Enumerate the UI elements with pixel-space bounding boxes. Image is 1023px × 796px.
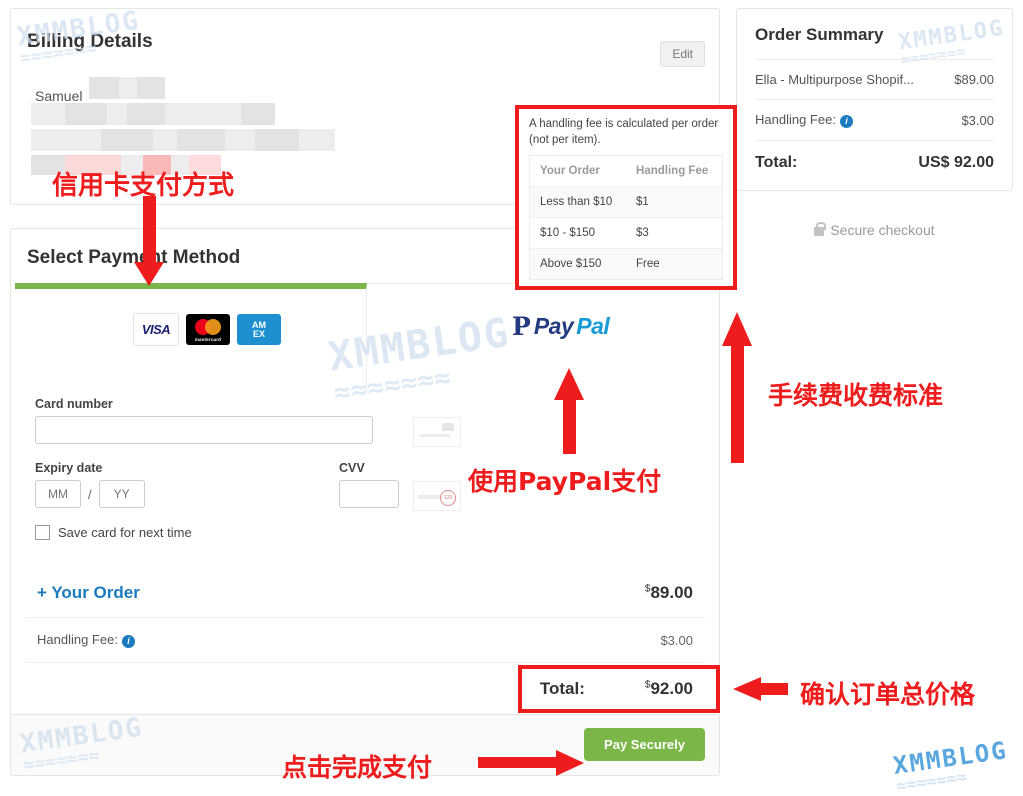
handling-fee-description: A handling fee is calculated per order (… — [529, 118, 719, 146]
cvv-label: CVV — [339, 461, 365, 475]
secure-checkout-label: Secure checkout — [830, 222, 935, 238]
order-summary-panel: Order Summary Ella - Multipurpose Shopif… — [736, 8, 1013, 191]
order-summary-title: Order Summary — [755, 25, 884, 44]
payment-method-tabs: VISA mastercard AM EX P Pay Pal — [15, 283, 715, 393]
annotation-box-total — [518, 665, 720, 713]
your-order-row[interactable]: + Your Order $89.00 — [25, 569, 705, 617]
your-order-toggle[interactable]: + Your Order — [37, 583, 140, 603]
mastercard-logo: mastercard — [186, 314, 230, 345]
info-icon[interactable]: i — [121, 635, 135, 648]
handling-fee-row: Handling Fee: i $3.00 — [25, 617, 705, 662]
card-number-input[interactable] — [35, 416, 373, 444]
annotation-paypal: 使用PayPal支付 — [468, 467, 662, 496]
save-card-row[interactable]: Save card for next time — [35, 525, 192, 540]
secure-checkout-note: Secure checkout — [736, 222, 1013, 238]
summary-total-amount: US$ 92.00 — [918, 154, 994, 171]
annotation-arrow-credit-card — [143, 196, 156, 268]
annotation-arrow-head-paypal — [554, 368, 584, 400]
summary-handling-label: Handling Fee: — [755, 112, 836, 127]
summary-handling-amount: $3.00 — [961, 112, 994, 128]
cvv-back-hint-icon: 123 — [413, 481, 461, 511]
edit-billing-button[interactable]: Edit — [660, 41, 705, 67]
pay-securely-button[interactable]: Pay Securely — [584, 728, 705, 761]
watermark-bottom-left: XMMBLOG ≈≈≈≈≈≈≈ — [18, 712, 145, 777]
table-row: Above $150 Free — [529, 248, 723, 280]
paypal-text-pay: Pay — [533, 313, 574, 339]
info-icon[interactable]: i — [839, 115, 853, 128]
annotation-handling-fee: 手续费收费标准 — [768, 381, 944, 410]
visa-logo: VISA — [133, 313, 179, 346]
fee-range: Above $150 — [529, 248, 627, 280]
table-row: Less than $10 $1 — [529, 186, 723, 218]
fee-value: $1 — [626, 186, 723, 218]
lock-icon — [814, 222, 827, 236]
expiry-month-input[interactable] — [35, 480, 81, 508]
annotation-arrow-head-confirm-total — [733, 677, 761, 701]
tab-paypal[interactable]: P Pay Pal — [367, 283, 715, 391]
amex-line-2: EX — [252, 328, 265, 339]
watermark-bottom-right: XMMBLOG ≈≈≈≈≈≈≈ — [891, 736, 1010, 796]
annotation-arrow-head-handling-fee — [722, 312, 752, 346]
save-card-label: Save card for next time — [58, 525, 192, 540]
expiry-separator: / — [88, 486, 92, 502]
annotation-arrow-click-pay — [478, 757, 562, 768]
annotation-confirm-total: 确认订单总价格 — [800, 680, 976, 709]
summary-handling-row: Handling Fee: i $3.00 — [755, 99, 994, 140]
save-card-checkbox[interactable] — [35, 525, 50, 540]
fee-value: Free — [626, 248, 723, 280]
summary-item-row: Ella - Multipurpose Shopif... $89.00 — [755, 59, 994, 99]
your-order-amount: $89.00 — [645, 583, 693, 603]
summary-total-row: Total: US$ 92.00 — [755, 140, 994, 176]
expiry-year-input[interactable] — [98, 480, 145, 508]
cvv-input[interactable] — [339, 480, 399, 508]
handling-fee-label-group: Handling Fee: i — [37, 632, 135, 648]
billing-customer-name: Samuel — [35, 88, 83, 104]
handling-fee-amount: $3.00 — [660, 632, 693, 648]
annotation-arrow-head-credit-card — [134, 262, 164, 286]
annotation-arrow-confirm-total — [760, 683, 788, 695]
annotation-arrow-head-click-pay — [556, 750, 584, 776]
paypal-text-pal: Pal — [576, 313, 610, 339]
handling-fee-label: Handling Fee: — [37, 632, 118, 647]
summary-item-label: Ella - Multipurpose Shopif... — [755, 72, 914, 87]
column-header-your-order: Your Order — [540, 165, 600, 178]
fee-range: $10 - $150 — [529, 217, 627, 249]
annotation-click-pay: 点击完成支付 — [282, 753, 433, 782]
summary-total-label: Total: — [755, 154, 798, 171]
fee-range: Less than $10 — [529, 186, 627, 218]
annotation-arrow-paypal — [563, 398, 576, 454]
billing-details-title: Billing Details — [27, 31, 153, 52]
fee-value: $3 — [626, 217, 723, 249]
card-front-hint-icon — [413, 417, 461, 447]
credit-card-form: Card number Expiry date / CVV 123 — [35, 397, 695, 540]
handling-fee-tooltip: A handling fee is calculated per order (… — [515, 105, 737, 291]
summary-handling-label-group: Handling Fee: i — [755, 112, 853, 128]
tab-credit-card[interactable]: VISA mastercard AM EX — [15, 283, 367, 391]
mastercard-logo-text: mastercard — [194, 337, 222, 342]
paypal-mark-icon: P — [512, 312, 531, 341]
table-row: $10 - $150 $3 — [529, 217, 723, 249]
table-header-row: Your Order Handling Fee — [530, 156, 723, 187]
card-number-label: Card number — [35, 397, 113, 411]
annotation-arrow-handling-fee — [731, 345, 744, 463]
handling-fee-table: Your Order Handling Fee Less than $10 $1… — [529, 155, 723, 281]
column-header-handling-fee: Handling Fee — [636, 165, 709, 178]
card-brand-logos: VISA mastercard AM EX — [133, 313, 281, 346]
amex-logo: AM EX — [237, 314, 281, 345]
summary-item-amount: $89.00 — [954, 72, 994, 87]
expiry-date-label: Expiry date — [35, 461, 103, 475]
paypal-logo: P Pay Pal — [512, 312, 610, 341]
your-order-value: 89.00 — [650, 583, 693, 602]
